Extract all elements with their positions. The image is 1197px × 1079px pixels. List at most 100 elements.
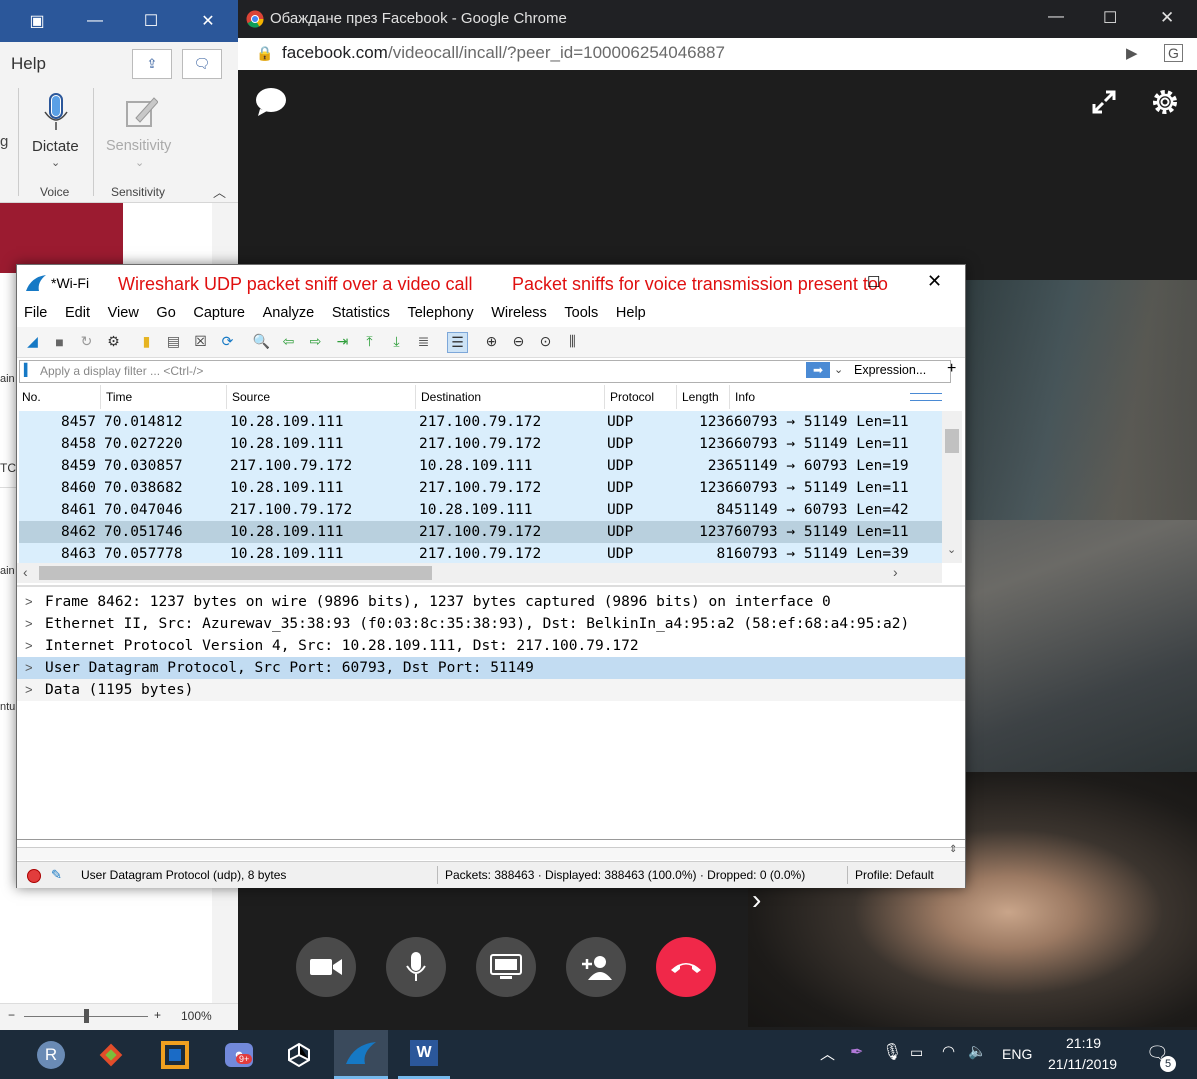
open-file-icon[interactable]: ▮: [137, 332, 156, 351]
translate-icon[interactable]: G: [1164, 44, 1183, 62]
menu-go[interactable]: Go: [156, 305, 175, 321]
detail-data[interactable]: > Data (1195 bytes): [17, 679, 965, 701]
packet-row[interactable]: 8463 70.057778 10.28.109.111 217.100.79.…: [19, 543, 942, 563]
maximize-icon[interactable]: ☐: [1103, 8, 1117, 28]
chevron-right-icon[interactable]: ›: [752, 884, 761, 916]
expand-arrow-icon[interactable]: >: [25, 591, 33, 613]
close-icon[interactable]: ✕: [1160, 8, 1174, 28]
stop-capture-icon[interactable]: ■: [50, 332, 69, 351]
microphone-tray-icon[interactable]: 🎙: [882, 1042, 902, 1062]
restart-capture-icon[interactable]: ↻: [77, 332, 96, 351]
battery-icon[interactable]: ▭: [910, 1044, 923, 1061]
input-language[interactable]: ENG: [1002, 1046, 1032, 1062]
address-bar[interactable]: 🔒 facebook.com /videocall/incall/?peer_i…: [238, 38, 1197, 71]
go-last-icon[interactable]: ⤓: [387, 332, 406, 351]
capture-comment-icon[interactable]: ✎: [51, 862, 62, 888]
menu-view[interactable]: View: [108, 305, 139, 321]
menu-file[interactable]: File: [24, 305, 47, 321]
save-file-icon[interactable]: ▤: [164, 332, 183, 351]
comments-button[interactable]: 🗨: [182, 49, 222, 79]
clock-time[interactable]: 21:19: [1066, 1035, 1101, 1051]
taskbar-unity-app[interactable]: [282, 1038, 316, 1072]
camera-icon[interactable]: ▶: [1126, 44, 1138, 62]
taskbar-vs-app[interactable]: [158, 1038, 192, 1072]
taskbar-word-app[interactable]: W: [398, 1030, 450, 1079]
filter-dropdown-icon[interactable]: ⌄: [834, 363, 843, 376]
apply-filter-arrow-icon[interactable]: ➡: [806, 362, 830, 378]
packet-row[interactable]: 8460 70.038682 10.28.109.111 217.100.79.…: [19, 477, 942, 499]
column-header-length[interactable]: Length: [677, 385, 730, 409]
close-file-icon[interactable]: ☒: [191, 332, 210, 351]
minimize-icon[interactable]: —: [1048, 8, 1064, 26]
taskbar-r-app[interactable]: R: [34, 1038, 68, 1072]
detail-ethernet[interactable]: > Ethernet II, Src: Azurewav_35:38:93 (f0…: [17, 613, 965, 635]
menu-edit[interactable]: Edit: [65, 305, 90, 321]
scrollbar-thumb[interactable]: [39, 566, 432, 580]
zoom-out-icon[interactable]: −: [8, 1008, 15, 1022]
mute-button[interactable]: [386, 937, 446, 997]
menu-tools[interactable]: Tools: [564, 305, 598, 321]
go-to-packet-icon[interactable]: ⇥: [333, 332, 352, 351]
expert-info-icon[interactable]: [27, 869, 41, 883]
sensitivity-button[interactable]: Sensitivity ⌄: [102, 88, 178, 174]
expand-arrow-icon[interactable]: >: [25, 613, 33, 635]
restore-ribbon-icon[interactable]: ▣: [12, 0, 62, 42]
horizontal-scrollbar[interactable]: ‹ ›: [17, 563, 942, 583]
menu-telephony[interactable]: Telephony: [407, 305, 473, 321]
menu-analyze[interactable]: Analyze: [263, 305, 315, 321]
autoscroll-icon[interactable]: ≣: [414, 332, 433, 351]
close-icon[interactable]: ✕: [927, 271, 942, 292]
tab-help[interactable]: Help: [11, 54, 46, 74]
column-header-time[interactable]: Time: [101, 385, 227, 409]
pen-icon[interactable]: ✒: [850, 1042, 863, 1062]
camera-toggle-button[interactable]: [296, 937, 356, 997]
colorize-icon[interactable]: ☰: [447, 332, 468, 353]
menu-statistics[interactable]: Statistics: [332, 305, 390, 321]
share-button[interactable]: ⇪: [132, 49, 172, 79]
close-icon[interactable]: ✕: [183, 0, 233, 42]
taskbar-git-app[interactable]: [94, 1038, 128, 1072]
normal-size-icon[interactable]: ⊙: [536, 332, 555, 351]
end-call-button[interactable]: [656, 937, 716, 997]
wifi-icon[interactable]: ◠: [942, 1042, 955, 1060]
reload-file-icon[interactable]: ⟳: [218, 332, 237, 351]
packet-row[interactable]: 8457 70.014812 10.28.109.111 217.100.79.…: [19, 411, 942, 433]
status-profile[interactable]: Profile: Default: [855, 862, 934, 888]
zoom-out-icon[interactable]: ⊖: [509, 332, 528, 351]
scrollbar-thumb[interactable]: [945, 429, 959, 453]
url-path[interactable]: /videocall/incall/?peer_id=1000062540468…: [388, 43, 725, 63]
dictate-button[interactable]: Dictate ⌄: [28, 88, 84, 174]
resize-columns-icon[interactable]: ⫼: [563, 332, 582, 351]
scroll-right-icon[interactable]: ›: [893, 564, 898, 580]
settings-gear-icon[interactable]: [1150, 87, 1180, 117]
capture-options-icon[interactable]: ⚙: [104, 332, 123, 351]
clock-date[interactable]: 21/11/2019: [1048, 1056, 1117, 1072]
menu-capture[interactable]: Capture: [193, 305, 245, 321]
packet-row[interactable]: 8459 70.030857 217.100.79.172 10.28.109.…: [19, 455, 942, 477]
column-header-protocol[interactable]: Protocol: [605, 385, 677, 409]
vertical-scrollbar[interactable]: ⌄: [942, 411, 962, 563]
expand-arrow-icon[interactable]: >: [25, 679, 33, 701]
url-domain[interactable]: facebook.com: [282, 43, 388, 63]
screen-share-button[interactable]: [476, 937, 536, 997]
go-forward-icon[interactable]: ⇨: [306, 332, 325, 351]
splitter[interactable]: [17, 839, 965, 840]
packet-row[interactable]: 8458 70.027220 10.28.109.111 217.100.79.…: [19, 433, 942, 455]
scroll-left-icon[interactable]: ‹: [23, 564, 28, 580]
display-filter-input[interactable]: ▍ Apply a display filter ... <Ctrl-/> ➡ …: [19, 360, 951, 383]
maximize-icon[interactable]: ☐: [126, 0, 176, 42]
maximize-icon[interactable]: ☐: [867, 273, 880, 291]
column-header-info[interactable]: Info: [730, 385, 910, 409]
expression-button[interactable]: Expression...: [854, 363, 926, 377]
menu-wireless[interactable]: Wireless: [491, 305, 547, 321]
zoom-in-icon[interactable]: ⊕: [482, 332, 501, 351]
go-back-icon[interactable]: ⇦: [279, 332, 298, 351]
menu-help[interactable]: Help: [616, 305, 646, 321]
chat-bubble-icon[interactable]: [255, 87, 287, 117]
taskbar-discord-app[interactable]: ☻ 9+: [222, 1038, 256, 1072]
expand-arrow-icon[interactable]: >: [25, 657, 33, 679]
splitter[interactable]: [17, 585, 965, 587]
add-person-button[interactable]: [566, 937, 626, 997]
taskbar-wireshark-app[interactable]: [334, 1030, 388, 1079]
column-header-source[interactable]: Source: [227, 385, 416, 409]
